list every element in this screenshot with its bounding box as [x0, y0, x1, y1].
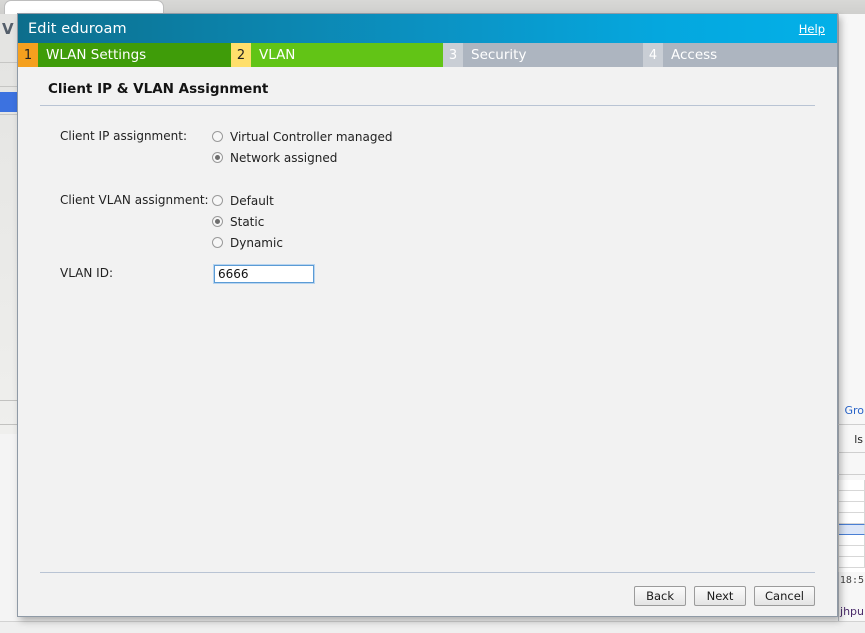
wizard-step-number: 3 — [443, 43, 463, 67]
radio-label: Default — [230, 193, 274, 208]
cancel-button[interactable]: Cancel — [754, 586, 815, 606]
background-right-separator — [838, 452, 865, 453]
background-status-bar — [0, 621, 865, 633]
radio-label: Static — [230, 214, 265, 229]
background-table-row-selected — [839, 524, 865, 535]
vlan-form: Client IP assignment: Virtual Controller… — [40, 106, 815, 284]
wizard-step-number: 4 — [643, 43, 663, 67]
help-link[interactable]: Help — [799, 22, 825, 36]
edit-wlan-dialog: Edit eduroam Help 1 WLAN Settings 2 VLAN… — [17, 13, 838, 617]
field-client-ip-assignment: Client IP assignment: Virtual Controller… — [60, 126, 815, 168]
radio-label: Virtual Controller managed — [230, 129, 393, 144]
dialog-title: Edit eduroam — [28, 20, 127, 37]
background-table-row — [839, 535, 865, 546]
radio-label: Dynamic — [230, 235, 283, 250]
radio-icon-selected — [212, 152, 223, 163]
background-table-row — [839, 491, 865, 502]
radio-icon — [212, 131, 223, 142]
radio-group-client-vlan: Default Static Dynamic — [212, 190, 283, 253]
wizard-step-label: Security — [463, 43, 643, 67]
radio-vlan-static[interactable]: Static — [212, 211, 283, 232]
radio-vlan-dynamic[interactable]: Dynamic — [212, 232, 283, 253]
footer-divider — [40, 572, 815, 573]
background-data-table — [838, 480, 865, 572]
radio-icon — [212, 237, 223, 248]
wizard-step-security[interactable]: 3 Security — [443, 43, 643, 67]
form-spacer — [60, 168, 815, 190]
dialog-footer: Back Next Cancel — [18, 572, 837, 616]
radio-label: Network assigned — [230, 150, 338, 165]
background-table-row — [839, 557, 865, 568]
wizard-step-access[interactable]: 4 Access — [643, 43, 837, 67]
field-client-vlan-assignment: Client VLAN assignment: Default Static D… — [60, 190, 815, 253]
background-left-pane-title: V — [2, 20, 14, 38]
background-timestamp: 18:5 — [839, 575, 864, 586]
radio-network-assigned[interactable]: Network assigned — [212, 147, 393, 168]
wizard-step-label: VLAN — [251, 43, 443, 67]
background-table-row — [839, 546, 865, 557]
section-heading: Client IP & VLAN Assignment — [48, 81, 269, 97]
back-button[interactable]: Back — [634, 586, 687, 606]
radio-group-client-ip: Virtual Controller managed Network assig… — [212, 126, 393, 168]
background-table-row — [839, 502, 865, 513]
wizard-step-bar: 1 WLAN Settings 2 VLAN 3 Security 4 Acce… — [18, 43, 837, 67]
radio-virtual-controller-managed[interactable]: Virtual Controller managed — [212, 126, 393, 147]
footer-button-group: Back Next Cancel — [634, 586, 815, 606]
radio-icon-selected — [212, 216, 223, 227]
vlan-id-input[interactable] — [213, 263, 315, 284]
background-right-separator — [838, 474, 865, 475]
background-right-label: ls — [854, 433, 863, 446]
dialog-body: Client IP & VLAN Assignment Client IP as… — [18, 67, 837, 572]
radio-vlan-default[interactable]: Default — [212, 190, 283, 211]
wizard-step-label: Access — [663, 43, 837, 67]
background-right-separator — [838, 424, 865, 425]
next-button[interactable]: Next — [694, 586, 747, 606]
field-label-client-ip: Client IP assignment: — [60, 129, 187, 143]
wizard-step-number: 2 — [231, 43, 251, 67]
dialog-title-bar: Edit eduroam Help — [18, 14, 837, 43]
wizard-step-label: WLAN Settings — [38, 43, 231, 67]
wizard-step-wlan-settings[interactable]: 1 WLAN Settings — [18, 43, 231, 67]
background-table-row — [839, 513, 865, 524]
field-label-client-vlan: Client VLAN assignment: — [60, 193, 209, 207]
wizard-step-number: 1 — [18, 43, 38, 67]
background-group-link[interactable]: Gro — [844, 404, 864, 417]
field-vlan-id: VLAN ID: — [60, 263, 815, 284]
wizard-step-vlan[interactable]: 2 VLAN — [231, 43, 443, 67]
field-label-vlan-id: VLAN ID: — [60, 266, 113, 280]
radio-icon — [212, 195, 223, 206]
background-table-row — [839, 480, 865, 491]
background-bottom-label: jhpu — [840, 605, 864, 618]
